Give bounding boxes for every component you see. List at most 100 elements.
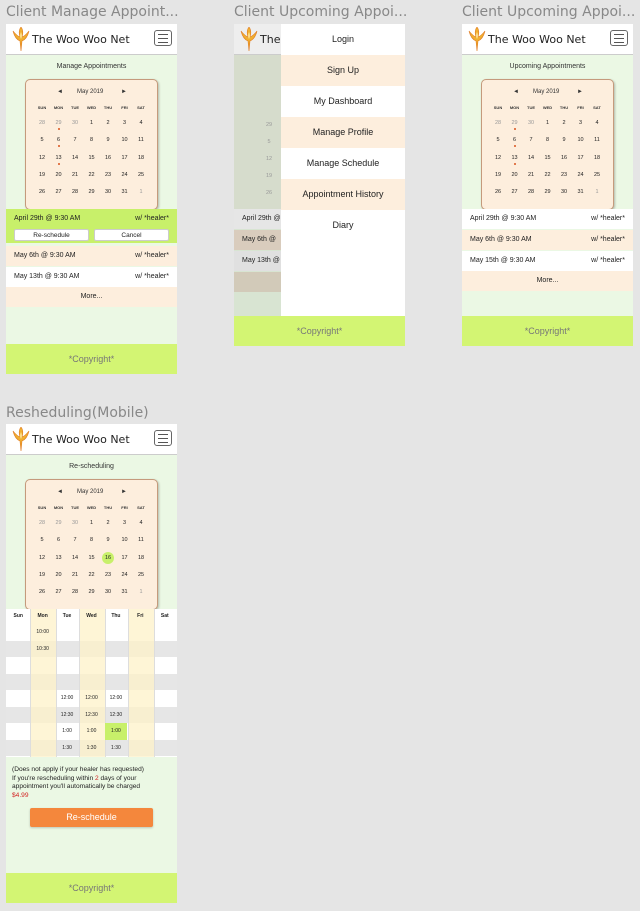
more-link[interactable]: More... bbox=[462, 271, 633, 291]
time-slot[interactable]: 10:30 bbox=[30, 646, 54, 652]
calendar-day[interactable]: 16 bbox=[556, 155, 572, 161]
cancel-button[interactable]: Cancel bbox=[94, 229, 169, 241]
next-month-icon[interactable]: ► bbox=[121, 489, 127, 495]
calendar-day[interactable]: 24 bbox=[573, 172, 589, 178]
time-slot[interactable]: 12:30 bbox=[55, 712, 79, 718]
calendar-day[interactable]: 8 bbox=[84, 137, 100, 143]
calendar-day[interactable]: 15 bbox=[84, 555, 100, 561]
calendar-day[interactable]: 30 bbox=[100, 189, 116, 195]
calendar-day[interactable]: 4 bbox=[589, 120, 605, 126]
calendar-day[interactable]: 19 bbox=[490, 172, 506, 178]
calendar-day[interactable]: 12 bbox=[34, 155, 50, 161]
calendar-day[interactable]: 28 bbox=[67, 589, 83, 595]
appointment-row[interactable]: April 29th @ 9:30 AM w/ *healer* bbox=[462, 209, 633, 229]
calendar-day[interactable]: 19 bbox=[34, 172, 50, 178]
more-link[interactable]: More... bbox=[6, 287, 177, 307]
calendar-day[interactable]: 1 bbox=[540, 120, 556, 126]
calendar-day[interactable]: 27 bbox=[51, 589, 67, 595]
calendar-day[interactable]: 7 bbox=[523, 137, 539, 143]
calendar-day[interactable]: 11 bbox=[589, 137, 605, 143]
calendar-day[interactable]: 28 bbox=[523, 189, 539, 195]
time-slot[interactable]: 12:30 bbox=[79, 712, 103, 718]
calendar-day[interactable]: 31 bbox=[117, 189, 133, 195]
calendar-day[interactable]: 23 bbox=[556, 172, 572, 178]
calendar-day[interactable]: 29 bbox=[507, 120, 523, 126]
menu-item-login[interactable]: Login bbox=[281, 24, 405, 55]
calendar-day[interactable]: 2 bbox=[100, 520, 116, 526]
calendar-day[interactable]: 18 bbox=[133, 155, 149, 161]
time-slot[interactable]: 1:30 bbox=[104, 745, 128, 751]
time-slot[interactable]: 10:00 bbox=[30, 629, 54, 635]
calendar-day[interactable]: 28 bbox=[67, 189, 83, 195]
calendar-day[interactable]: 12 bbox=[34, 555, 50, 561]
reschedule-button[interactable]: Re-schedule bbox=[14, 229, 89, 241]
calendar-day[interactable]: 1 bbox=[133, 589, 149, 595]
calendar-day[interactable]: 7 bbox=[67, 537, 83, 543]
calendar-day[interactable]: 6 bbox=[51, 137, 67, 143]
calendar-day[interactable]: 24 bbox=[117, 172, 133, 178]
hamburger-menu-icon[interactable] bbox=[610, 30, 628, 46]
calendar-day[interactable]: 10 bbox=[573, 137, 589, 143]
calendar-day[interactable]: 15 bbox=[84, 155, 100, 161]
menu-item-signup[interactable]: Sign Up bbox=[281, 55, 405, 86]
next-month-icon[interactable]: ► bbox=[121, 89, 127, 95]
calendar-day[interactable]: 28 bbox=[490, 120, 506, 126]
calendar-day[interactable]: 11 bbox=[133, 137, 149, 143]
calendar-day[interactable]: 16 bbox=[100, 555, 116, 561]
calendar-day[interactable]: 28 bbox=[34, 520, 50, 526]
calendar-day[interactable]: 5 bbox=[34, 137, 50, 143]
calendar-day[interactable]: 25 bbox=[133, 572, 149, 578]
calendar-day[interactable]: 22 bbox=[84, 172, 100, 178]
calendar-day[interactable]: 13 bbox=[507, 155, 523, 161]
time-slot[interactable]: 1:00 bbox=[104, 728, 128, 734]
calendar-day[interactable]: 22 bbox=[540, 172, 556, 178]
calendar-day[interactable]: 29 bbox=[84, 189, 100, 195]
hamburger-menu-icon[interactable] bbox=[154, 30, 172, 46]
prev-month-icon[interactable]: ◄ bbox=[57, 489, 63, 495]
appointment-row[interactable]: May 6th @ 9:30 AM w/ *healer* bbox=[6, 246, 177, 266]
menu-item-diary[interactable]: Diary bbox=[281, 210, 405, 241]
calendar-day[interactable]: 23 bbox=[100, 172, 116, 178]
calendar-day[interactable]: 10 bbox=[117, 537, 133, 543]
hamburger-menu-icon[interactable] bbox=[154, 430, 172, 446]
calendar-day[interactable]: 9 bbox=[100, 137, 116, 143]
calendar-day[interactable]: 31 bbox=[573, 189, 589, 195]
calendar-day[interactable]: 18 bbox=[133, 555, 149, 561]
calendar-day[interactable]: 29 bbox=[84, 589, 100, 595]
calendar-day[interactable]: 1 bbox=[84, 520, 100, 526]
calendar-day[interactable]: 13 bbox=[51, 555, 67, 561]
calendar-day[interactable]: 6 bbox=[507, 137, 523, 143]
calendar-day[interactable]: 1 bbox=[589, 189, 605, 195]
calendar-day[interactable]: 5 bbox=[490, 137, 506, 143]
next-month-icon[interactable]: ► bbox=[577, 89, 583, 95]
time-slot[interactable]: 12:00 bbox=[104, 695, 128, 701]
calendar-day[interactable]: 18 bbox=[589, 155, 605, 161]
calendar-day[interactable]: 29 bbox=[51, 520, 67, 526]
calendar-day[interactable]: 21 bbox=[523, 172, 539, 178]
time-slot[interactable]: 12:00 bbox=[79, 695, 103, 701]
calendar-day[interactable]: 30 bbox=[67, 520, 83, 526]
calendar-day[interactable]: 25 bbox=[133, 172, 149, 178]
calendar-day[interactable]: 5 bbox=[34, 537, 50, 543]
calendar-day[interactable]: 20 bbox=[51, 172, 67, 178]
calendar-day[interactable]: 17 bbox=[117, 555, 133, 561]
time-slot[interactable]: 12:30 bbox=[104, 712, 128, 718]
calendar-day[interactable]: 9 bbox=[556, 137, 572, 143]
calendar-day[interactable]: 7 bbox=[67, 137, 83, 143]
calendar-day[interactable]: 26 bbox=[34, 589, 50, 595]
time-slot[interactable]: 1:00 bbox=[79, 728, 103, 734]
menu-item-dashboard[interactable]: My Dashboard bbox=[281, 86, 405, 117]
prev-month-icon[interactable]: ◄ bbox=[513, 89, 519, 95]
calendar-day[interactable]: 30 bbox=[100, 589, 116, 595]
calendar-day[interactable]: 17 bbox=[117, 155, 133, 161]
appointment-row-selected[interactable]: April 29th @ 9:30 AM w/ *healer* bbox=[6, 209, 177, 229]
time-slot[interactable]: 1:30 bbox=[55, 745, 79, 751]
calendar-day[interactable]: 26 bbox=[490, 189, 506, 195]
appointment-row[interactable]: May 15th @ 9:30 AM w/ *healer* bbox=[462, 251, 633, 271]
appointment-row[interactable]: May 13th @ 9:30 AM w/ *healer* bbox=[6, 267, 177, 287]
calendar-day[interactable]: 14 bbox=[67, 155, 83, 161]
calendar-day[interactable]: 3 bbox=[117, 120, 133, 126]
time-slot[interactable]: 1:30 bbox=[79, 745, 103, 751]
calendar-day[interactable]: 21 bbox=[67, 572, 83, 578]
calendar-day[interactable]: 13 bbox=[51, 155, 67, 161]
